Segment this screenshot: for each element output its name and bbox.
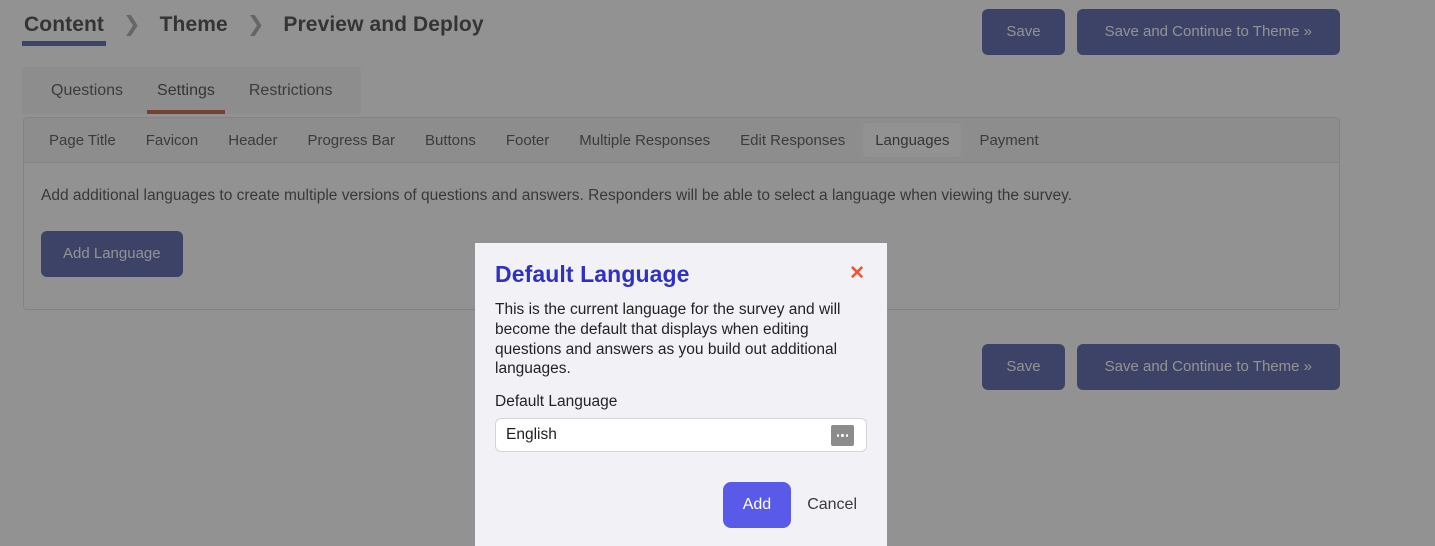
cancel-button[interactable]: Cancel (797, 482, 867, 528)
dot (837, 433, 840, 437)
default-language-select[interactable]: English (495, 418, 867, 453)
default-language-value: English (506, 426, 557, 444)
dialog-title: Default Language (495, 261, 690, 287)
add-button[interactable]: Add (722, 482, 792, 529)
ellipsis-picker-icon[interactable] (831, 424, 854, 446)
dot (841, 433, 844, 437)
dialog-description: This is the current language for the sur… (495, 301, 841, 378)
dot (845, 433, 848, 437)
default-language-field-label: Default Language (495, 393, 618, 411)
close-x-icon[interactable]: ✕ (847, 261, 867, 286)
dialog-header: Default Language ✕ (495, 261, 867, 288)
dialog-actions: Add Cancel (495, 482, 867, 529)
app-root: Content ❯ Theme ❯ Preview and Deploy Sav… (0, 0, 1435, 546)
default-language-dialog: Default Language ✕ This is the current l… (475, 243, 887, 546)
